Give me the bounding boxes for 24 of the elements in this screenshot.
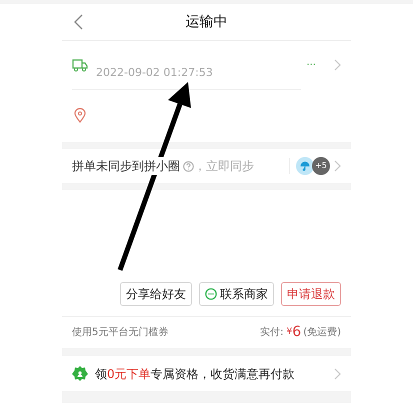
truck-icon <box>72 58 88 72</box>
coupon-text: 使用5元平台无门槛券 <box>72 326 168 340</box>
paid-amount: 6 <box>292 323 302 342</box>
umbrella-icon <box>300 161 310 171</box>
page-title: 运输中 <box>186 12 228 32</box>
help-icon[interactable] <box>183 160 194 172</box>
promo-text: 领0元下单专属资格，收货满意再付款 <box>95 366 295 382</box>
share-button[interactable]: 分享给好友 <box>120 282 192 306</box>
shipping-time: 2022-09-02 01:27:53 <box>96 65 213 81</box>
location-pin-icon <box>74 108 86 123</box>
badge-icon <box>72 366 88 382</box>
refund-button[interactable]: 申请退款 <box>281 282 341 306</box>
currency-symbol: ¥ <box>286 326 292 339</box>
paid-label: 实付: <box>260 326 284 340</box>
chevron-right-icon <box>334 59 341 71</box>
member-count-badge: +5 <box>312 157 330 175</box>
back-icon[interactable] <box>74 14 83 30</box>
contact-seller-button[interactable]: 联系商家 <box>199 282 274 306</box>
shipping-status: ... <box>306 56 316 70</box>
chevron-right-icon <box>334 368 341 380</box>
chevron-right-icon <box>334 160 341 172</box>
shipping-note: (免运费) <box>303 326 341 340</box>
chat-icon <box>205 288 217 300</box>
sync-text: 拼单未同步到拼小圈 <box>72 157 180 175</box>
